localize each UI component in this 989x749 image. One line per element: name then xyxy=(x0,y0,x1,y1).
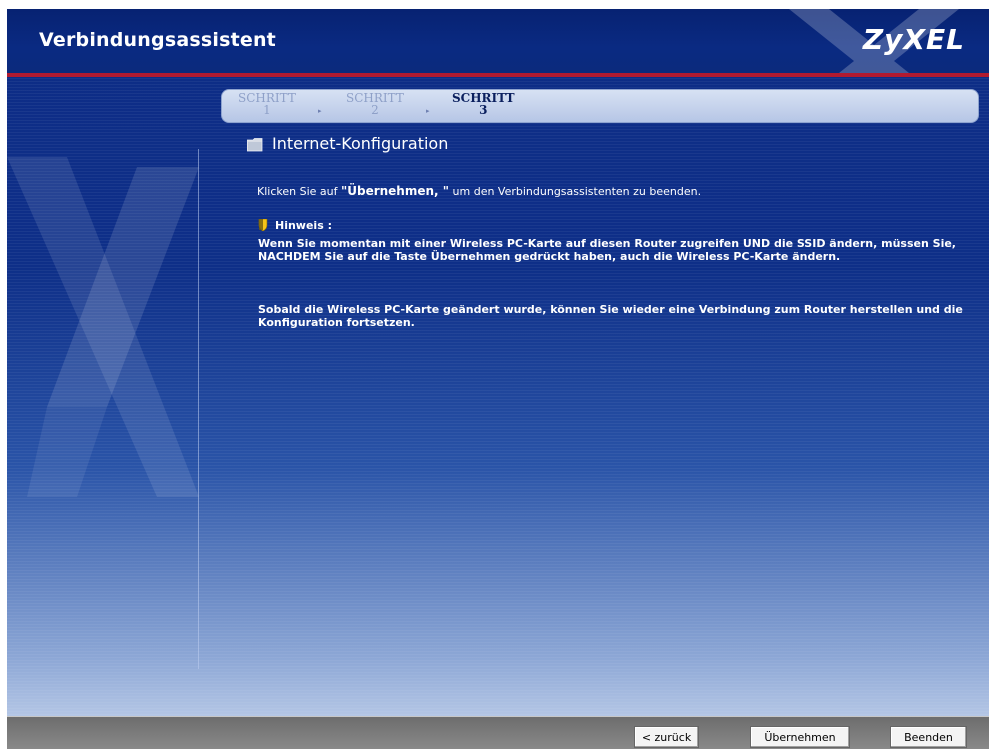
step-3-number: 3 xyxy=(479,103,488,117)
sidebar-divider xyxy=(198,149,199,669)
step-1-number: 1 xyxy=(263,103,271,117)
step-arrow-icon: ▸ xyxy=(426,107,430,115)
app-title: Verbindungsassistent xyxy=(39,29,276,51)
section-title: Internet-Konfiguration xyxy=(272,134,449,153)
x-decoration-sidebar xyxy=(7,157,199,497)
step-arrow-icon: ▸ xyxy=(318,107,322,115)
hint-label: Hinweis : xyxy=(275,219,332,232)
title-bar: Verbindungsassistent ZyXEL xyxy=(7,9,989,73)
hint-paragraph-1: Wenn Sie momentan mit einer Wireless PC-… xyxy=(258,237,956,263)
step-1: SCHRITT 1 xyxy=(238,92,296,116)
intro-bold: "Übernehmen, " xyxy=(340,184,450,198)
apply-button[interactable]: Übernehmen xyxy=(750,726,850,748)
intro-suffix: um den Verbindungsassistenten zu beenden… xyxy=(449,185,702,198)
wizard-window: Verbindungsassistent ZyXEL SCHRITT 1 ▸ S… xyxy=(7,9,989,749)
intro-text: Klicken Sie auf "Übernehmen, " um den Ve… xyxy=(257,185,701,198)
step-2-number: 2 xyxy=(371,103,379,117)
step-progress-bar: SCHRITT 1 ▸ SCHRITT 2 ▸ SCHRITT 3 xyxy=(221,89,979,123)
hint-paragraph-2: Sobald die Wireless PC-Karte geändert wu… xyxy=(258,303,963,329)
shield-hint-icon xyxy=(258,219,268,231)
step-3-active: SCHRITT 3 xyxy=(452,92,515,116)
zyxel-logo: ZyXEL xyxy=(862,23,965,56)
step-2: SCHRITT 2 xyxy=(346,92,404,116)
back-button[interactable]: < zurück xyxy=(634,726,699,748)
button-bar: < zurück Übernehmen Beenden xyxy=(7,716,989,749)
intro-prefix: Klicken Sie auf xyxy=(257,185,341,198)
finish-button[interactable]: Beenden xyxy=(890,726,967,748)
